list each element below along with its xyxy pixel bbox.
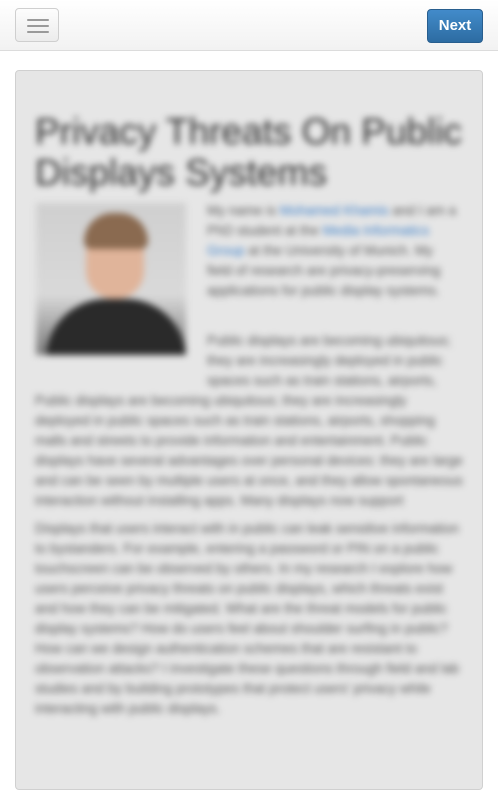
blurred-article-content: Privacy Threats On Public Displays Syste… [16,71,482,789]
portrait-photo [36,203,186,355]
intro-text: My name is [207,203,280,218]
body-paragraph-start: Public displays are becoming ubiquitous;… [207,333,451,388]
hamburger-icon [27,19,49,21]
hamburger-icon [27,25,49,27]
article-title: Privacy Threats On Public Displays Syste… [35,111,463,193]
intro-paragraph: My name is Mohamed Khamis and I am a PhD… [207,201,457,301]
author-link[interactable]: Mohamed Khamis [280,203,389,218]
body-paragraph-continued: Public displays are becoming ubiquitous;… [35,393,463,508]
article-card: Privacy Threats On Public Displays Syste… [15,70,483,790]
menu-toggle-button[interactable] [15,8,59,42]
top-navbar: Next [0,0,498,51]
body-paragraph-2: Displays that users interact with in pub… [35,521,460,716]
hamburger-icon [27,31,49,33]
next-button[interactable]: Next [427,9,483,43]
